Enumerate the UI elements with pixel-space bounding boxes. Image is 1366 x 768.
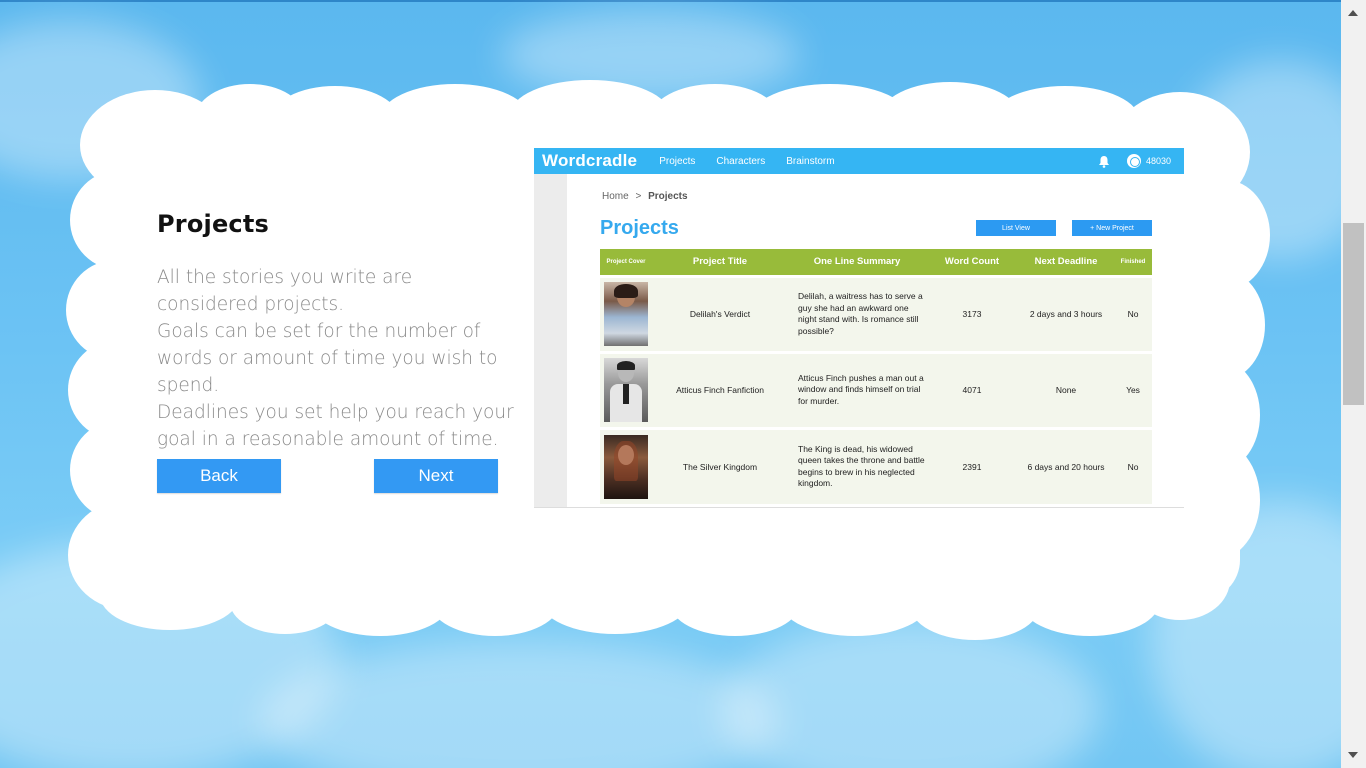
app-sidebar <box>534 174 567 507</box>
next-deadline: 2 days and 3 hours <box>1018 274 1114 352</box>
vertical-scrollbar[interactable] <box>1341 0 1366 768</box>
back-button[interactable]: Back <box>157 459 281 493</box>
col-project-title: Project Title <box>652 249 788 276</box>
app-logo: Wordcradle <box>542 151 638 170</box>
col-project-cover: Project Cover <box>600 249 652 276</box>
project-title: Delilah's Verdict <box>652 274 788 352</box>
finished-status: No <box>1114 426 1152 504</box>
table-row: The Silver Kingdom The King is dead, his… <box>600 426 1152 504</box>
section-title: Projects <box>157 210 270 238</box>
project-summary: Atticus Finch pushes a man out a window … <box>788 350 926 428</box>
finished-status: Yes <box>1114 350 1152 428</box>
list-view-button: List View <box>976 220 1056 236</box>
nav-characters: Characters <box>716 155 766 167</box>
cover-image <box>604 434 648 499</box>
cover-cell <box>600 274 652 352</box>
col-summary: One Line Summary <box>788 249 926 276</box>
points-count: 48030 <box>1145 156 1171 166</box>
table-row: Delilah's Verdict Delilah, a waitress ha… <box>600 274 1152 352</box>
table-row: Atticus Finch Fanfiction Atticus Finch p… <box>600 350 1152 428</box>
intro-section: Projects All the stories you write are c… <box>157 210 517 453</box>
app-page-title: Projects <box>600 217 679 239</box>
bell-icon <box>1098 155 1109 168</box>
project-summary: Delilah, a waitress has to serve a guy s… <box>788 274 926 352</box>
next-button[interactable]: Next <box>374 459 498 493</box>
app-screenshot-preview: Wordcradle Projects Characters Brainstor… <box>534 148 1184 508</box>
col-word-count: Word Count <box>926 249 1018 276</box>
globe-icon <box>1126 154 1141 168</box>
project-summary: The King is dead, his widowed queen take… <box>788 426 926 504</box>
word-count: 3173 <box>926 274 1018 352</box>
scrollbar-thumb[interactable] <box>1343 223 1364 405</box>
word-count: 2391 <box>926 426 1018 504</box>
cover-image <box>604 282 648 346</box>
cover-cell <box>600 426 652 504</box>
new-project-button: + New Project <box>1072 220 1152 236</box>
scroll-down-icon[interactable] <box>1348 752 1358 758</box>
finished-status: No <box>1114 274 1152 352</box>
col-finished: Finished <box>1114 249 1152 276</box>
projects-table: Project Cover Project Title One Line Sum… <box>600 249 1152 504</box>
table-header-row: Project Cover Project Title One Line Sum… <box>600 249 1152 276</box>
app-navbar: Wordcradle Projects Characters Brainstor… <box>534 148 1184 174</box>
section-description: All the stories you write are considered… <box>157 267 514 450</box>
breadcrumb-separator: > <box>635 191 642 202</box>
next-deadline: None <box>1018 350 1114 428</box>
word-count: 4071 <box>926 350 1018 428</box>
next-deadline: 6 days and 20 hours <box>1018 426 1114 504</box>
breadcrumb: Home > Projects <box>602 191 688 202</box>
cover-image <box>604 358 648 422</box>
breadcrumb-current: Projects <box>648 191 688 202</box>
nav-projects: Projects <box>659 155 696 167</box>
project-title: Atticus Finch Fanfiction <box>652 350 788 428</box>
project-title: The Silver Kingdom <box>652 426 788 504</box>
col-next-deadline: Next Deadline <box>1018 249 1114 276</box>
scroll-up-icon[interactable] <box>1348 10 1358 16</box>
cover-cell <box>600 350 652 428</box>
nav-brainstorm: Brainstorm <box>786 155 835 167</box>
breadcrumb-home: Home <box>602 191 629 202</box>
